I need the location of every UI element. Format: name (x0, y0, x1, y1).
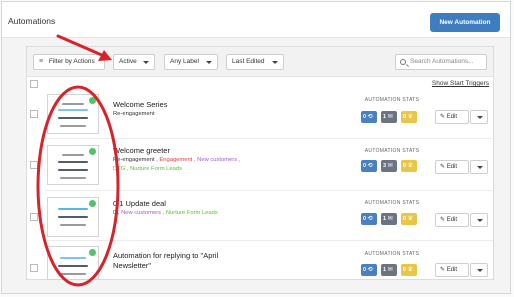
annotation-arrow (56, 34, 106, 58)
annotation-ellipse (36, 85, 120, 287)
annotation-overlay (36, 34, 120, 287)
